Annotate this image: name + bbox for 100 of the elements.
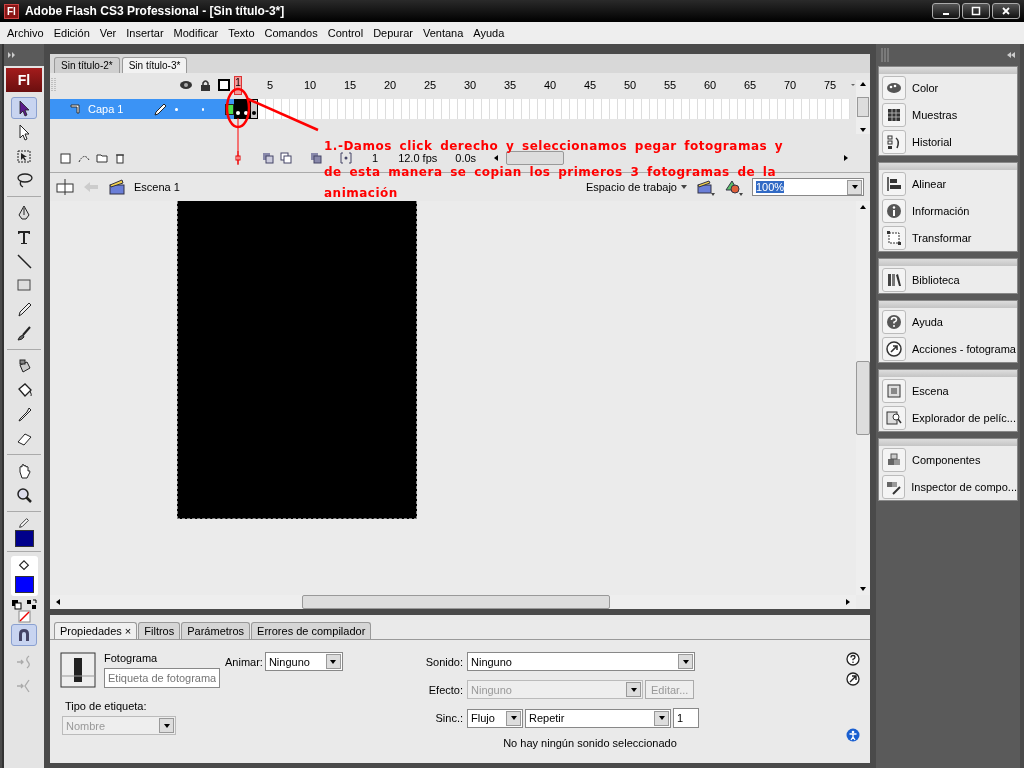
panel-label[interactable]: Muestras [912,108,958,121]
frame-number: 60 [702,79,718,91]
new-layer-icon [60,152,72,164]
panel-button[interactable] [882,129,906,154]
menu-item[interactable]: Comandos [259,27,323,39]
panel-label[interactable]: Historial [912,135,952,148]
grip-icon [50,76,57,94]
panel-label[interactable]: Acciones - fotograma [912,342,1016,355]
edit-symbols-icon [724,178,744,196]
arrow-circle-icon [846,672,860,686]
onion-skin-icon [262,152,274,164]
sound-dropdown[interactable]: Ninguno [467,652,695,671]
scroll-thumb[interactable] [506,151,565,165]
panel-button[interactable] [882,171,906,196]
panel-button[interactable] [882,405,906,430]
frame-rate: 12.0 fps [398,152,438,164]
frame-label: Fotograma [104,652,159,664]
app-logo: Fl [4,3,19,19]
panel-button[interactable] [882,198,906,223]
menu-item[interactable]: Archivo [2,27,49,39]
zoom-field[interactable]: 100% [752,178,864,196]
panel-button[interactable] [882,102,906,127]
sound-status: No hay ningún sonido seleccionado [502,737,678,749]
panel-label[interactable]: Alinear [912,177,947,190]
menu-item[interactable]: Ver [94,27,122,39]
menu-item[interactable]: Ventana [417,27,469,39]
smooth-icon [15,653,33,671]
keyframe[interactable] [250,99,258,119]
panel-button[interactable] [882,474,906,499]
panel-label[interactable]: Información [912,204,970,217]
current-frame: 1 [372,152,379,164]
panel-label[interactable]: Componentes [912,453,981,466]
maximize-button[interactable] [962,3,990,19]
menu-item[interactable]: Depurar [368,27,418,39]
panel-button[interactable] [882,336,906,361]
arrow-circle-icon [885,339,903,358]
menu-item[interactable]: Texto [223,27,260,39]
accessibility-icon [846,728,860,742]
close-button[interactable] [992,3,1020,19]
frame-number: 75 [822,79,838,91]
close-icon [1001,6,1011,16]
frame-number: 35 [502,79,518,91]
playhead-line [237,117,239,165]
trash-icon [114,152,126,164]
right-arrow-icon [842,154,850,162]
menu-item[interactable]: Insertar [121,27,169,39]
workspace-menu[interactable]: Espacio de trabajo [585,181,688,193]
elapsed-time: 0.0s [455,152,477,164]
repeat-count-field[interactable]: 1 [673,708,699,728]
panel-label[interactable]: Ayuda [912,315,943,328]
tool-button[interactable] [11,97,37,119]
pencil-icon [17,516,31,530]
panel-label[interactable]: Inspector de compo... [911,480,1017,493]
properties-tab[interactable]: Parámetros [181,622,251,639]
scroll-thumb[interactable] [302,595,610,609]
panel-label[interactable]: Transformar [912,231,972,244]
tween-label: Animar: [225,655,263,668]
timeline-toggle-icon [56,178,74,196]
scroll-thumb[interactable] [856,361,870,435]
sound-label: Sonido: [425,655,463,668]
tween-dropdown[interactable]: Ninguno [264,652,343,671]
properties-tab[interactable]: Errores de compilador [251,622,372,639]
folder-icon [96,152,108,164]
film-magnifier-icon [885,408,903,427]
align-icon [885,174,903,193]
frame-label-field[interactable]: Etiqueta de fotograma [104,668,220,688]
menu-item[interactable]: Edición [48,27,95,39]
properties-tab[interactable]: Propiedades × [54,622,138,639]
panel-label[interactable]: Explorador de pelíc... [912,411,1016,424]
panel-button[interactable] [882,75,906,100]
vertical-scrollbar[interactable] [856,80,870,134]
menu-item[interactable]: Ayuda [468,27,510,39]
document-tab[interactable]: Sin título-3* [121,57,188,73]
menu-item[interactable]: Modificar [168,27,224,39]
playhead[interactable]: 1 [234,75,242,95]
fill-color-swatch[interactable] [14,576,34,593]
help-icon [846,652,860,666]
panel-button[interactable] [882,309,906,334]
panel-button[interactable] [882,267,906,292]
stroke-color-swatch[interactable] [14,530,34,547]
panel-label[interactable]: Escena [912,384,949,397]
magnifier-icon [15,486,33,504]
properties-tab[interactable]: Filtros [138,622,181,639]
snap-button[interactable] [11,624,37,646]
document-tab[interactable]: Sin título-2* [54,57,120,73]
panel-label[interactable]: Biblioteca [912,273,960,286]
frame-number: 20 [382,79,398,91]
sync-dropdown[interactable]: Flujo [467,708,523,728]
dropdown-arrow-icon [850,183,859,191]
panel-button[interactable] [882,225,906,250]
no-color-icon [17,610,31,623]
caret-icon [680,183,688,191]
dropdown-arrow-icon [329,657,338,666]
minimize-button[interactable] [932,3,960,19]
frame-number: 40 [542,79,558,91]
menu-item[interactable]: Control [322,27,369,39]
sync-label: Sinc.: [434,712,463,724]
panel-label[interactable]: Color [912,81,939,94]
repeat-dropdown[interactable]: Repetir [525,708,671,728]
dropdown-arrow-icon [162,721,171,730]
